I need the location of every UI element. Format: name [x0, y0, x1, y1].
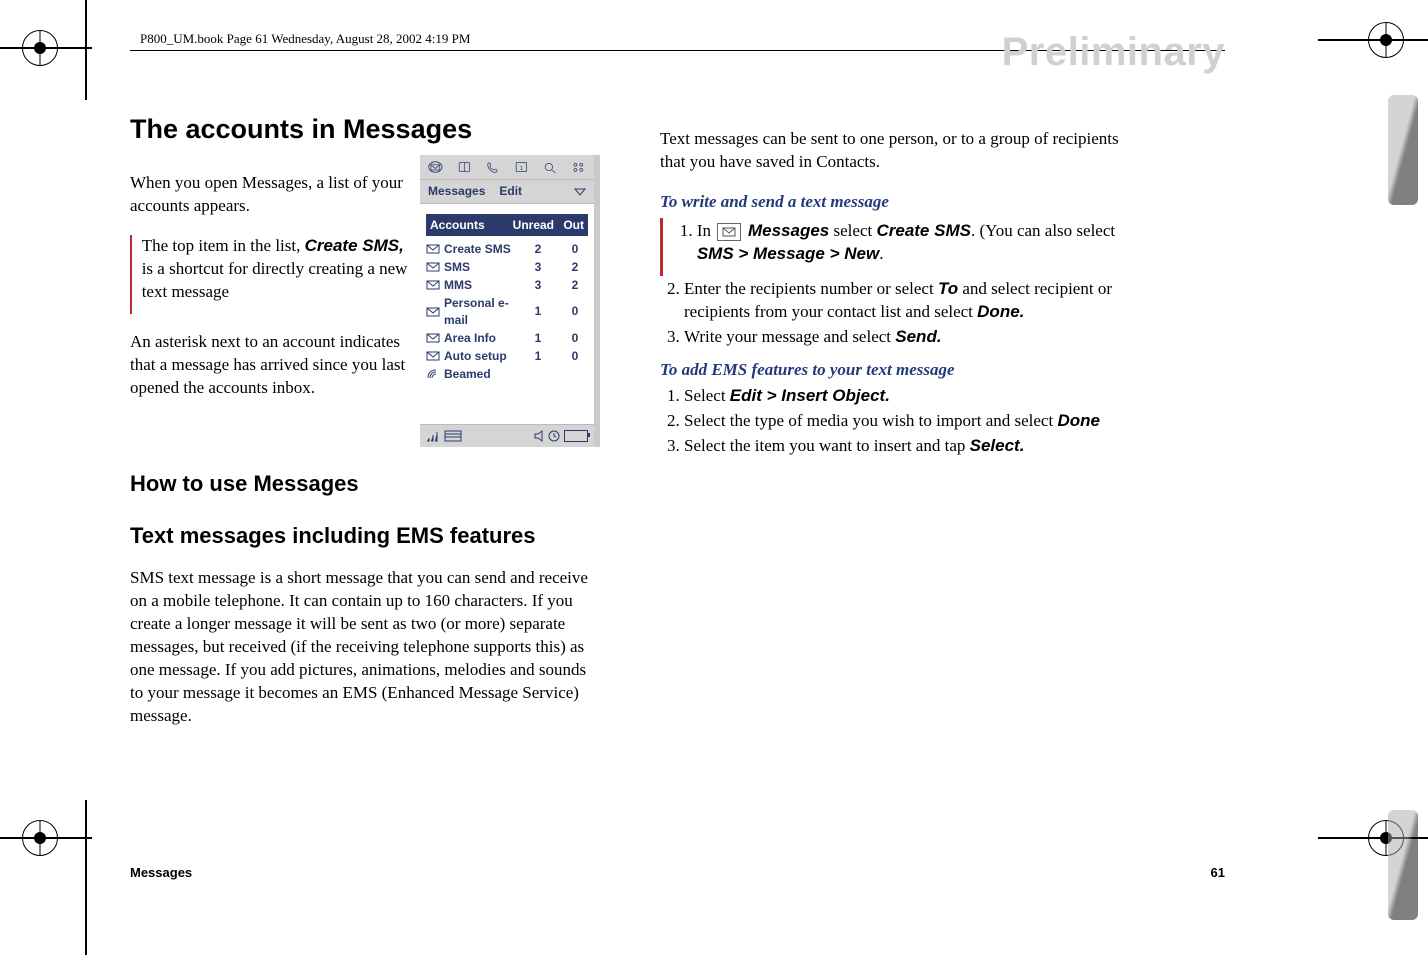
envelope-icon	[426, 243, 440, 255]
change-bar	[660, 218, 663, 276]
envelope-icon	[426, 279, 440, 291]
beamed-icon	[426, 368, 440, 380]
mail-app-icon	[428, 159, 443, 175]
account-row[interactable]: Create SMS20	[426, 240, 588, 258]
step: Select the item you want to insert and t…	[684, 435, 1130, 458]
battery-icon	[564, 430, 588, 442]
app-bar: 1	[420, 155, 594, 180]
account-row[interactable]: MMS32	[426, 276, 588, 294]
crop-mark	[0, 837, 92, 839]
heading-how-to-use: How to use Messages	[130, 469, 600, 499]
paragraph: The top item in the list, Create SMS, is…	[142, 235, 408, 304]
paragraph: An asterisk next to an account indicates…	[130, 331, 408, 400]
step: Select the type of media you wish to imp…	[684, 410, 1130, 433]
page-number: 61	[1211, 865, 1225, 880]
col-out: Out	[554, 217, 584, 233]
crop-mark	[85, 800, 87, 955]
heading-text-messages: Text messages including EMS features	[130, 521, 600, 551]
crop-mark	[0, 47, 92, 49]
menu-bar: Messages Edit	[420, 180, 594, 203]
clock-icon	[548, 430, 560, 442]
col-accounts: Accounts	[430, 217, 506, 233]
subheading-write: To write and send a text message	[660, 191, 1130, 214]
keyboard-icon	[444, 430, 462, 442]
account-row[interactable]: Personal e-mail10	[426, 294, 588, 328]
footer-section: Messages	[130, 865, 192, 880]
crop-mark	[1318, 39, 1428, 41]
svg-text:1: 1	[520, 166, 523, 172]
menu-messages[interactable]: Messages	[428, 183, 485, 199]
apps-icon	[571, 159, 586, 175]
account-row[interactable]: Beamed	[426, 365, 588, 383]
step: Enter the recipients number or select To…	[684, 278, 1130, 324]
messages-icon	[717, 223, 741, 241]
browser-icon	[543, 159, 558, 175]
heading-accounts: The accounts in Messages	[130, 111, 600, 147]
dropdown-icon[interactable]	[574, 187, 586, 197]
menu-edit[interactable]: Edit	[499, 183, 522, 199]
account-row[interactable]: SMS32	[426, 258, 588, 276]
speaker-icon	[534, 430, 544, 442]
envelope-icon	[426, 261, 440, 273]
color-bar-icon	[1388, 95, 1418, 205]
signal-icon	[426, 430, 440, 442]
account-row[interactable]: Area Info10	[426, 329, 588, 347]
paragraph: When you open Messages, a list of your a…	[130, 172, 408, 218]
book-info: P800_UM.book Page 61 Wednesday, August 2…	[140, 31, 470, 46]
contacts-icon	[457, 159, 472, 175]
step: In Messages select Create SMS. (You can …	[697, 220, 1130, 266]
calendar-icon: 1	[514, 159, 529, 175]
step: Write your message and select Send.	[684, 326, 1130, 349]
account-row[interactable]: Auto setup10	[426, 347, 588, 365]
status-bar	[420, 424, 594, 447]
envelope-icon	[426, 350, 440, 362]
step: Select Edit > Insert Object.	[684, 385, 1130, 408]
phone-screenshot: 1 Messages Edit Accounts Unread	[420, 155, 600, 446]
color-bar-icon	[1388, 810, 1418, 920]
table-header: Accounts Unread Out	[426, 214, 588, 236]
change-bar	[130, 235, 132, 314]
subheading-ems: To add EMS features to your text message	[660, 359, 1130, 382]
envelope-icon	[426, 332, 440, 344]
phone-icon	[485, 159, 500, 175]
crop-mark	[85, 0, 87, 100]
paragraph: Text messages can be sent to one person,…	[660, 128, 1130, 174]
col-unread: Unread	[506, 217, 554, 233]
paragraph: SMS text message is a short message that…	[130, 567, 600, 728]
envelope-icon	[426, 306, 440, 318]
